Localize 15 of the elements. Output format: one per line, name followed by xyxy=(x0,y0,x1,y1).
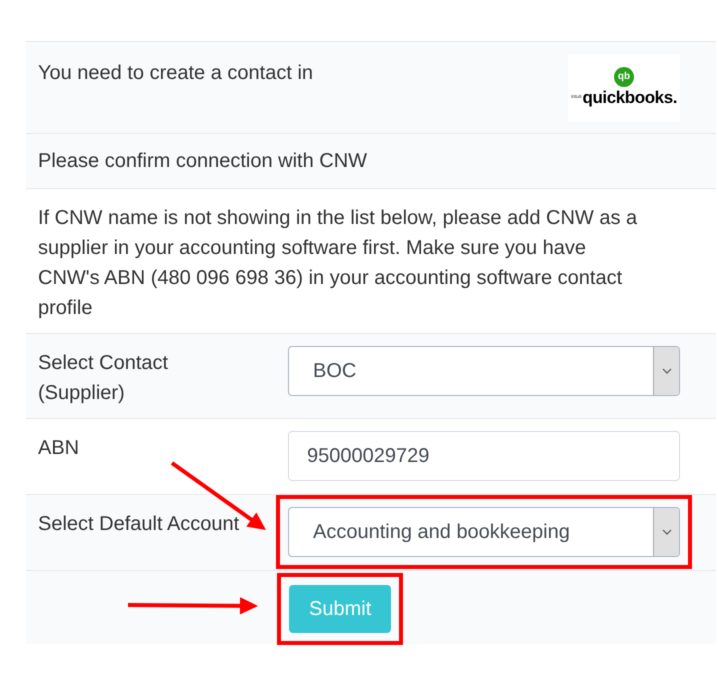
confirm-text: Please confirm connection with CNW xyxy=(38,149,368,174)
abn-input[interactable]: 95000029729 xyxy=(288,431,680,481)
instruction-paragraph: If CNW name is not showing in the list below, please add CNW as a supplier in your accounting software first. Make sure you have CNW's ABN (480 096 698 36) in your accounting software contact profile xyxy=(38,206,638,321)
logo-wordmark: quickbooks. xyxy=(582,87,678,109)
field-label: Select Contact (Supplier) xyxy=(38,351,170,406)
intro-text: You need to create a contact in xyxy=(38,61,314,86)
select-value: BOC xyxy=(312,359,358,384)
field-label: ABN xyxy=(38,436,80,461)
field-label: Select Default Account xyxy=(38,512,240,537)
chevron-down-icon xyxy=(653,347,679,395)
select-value: Accounting and bookkeeping xyxy=(312,520,571,545)
chevron-down-icon xyxy=(653,508,679,556)
logo-mark: qb xyxy=(614,67,634,88)
select-dropdown[interactable]: Accounting and bookkeeping xyxy=(288,507,680,557)
select-dropdown[interactable]: BOC xyxy=(288,346,680,396)
